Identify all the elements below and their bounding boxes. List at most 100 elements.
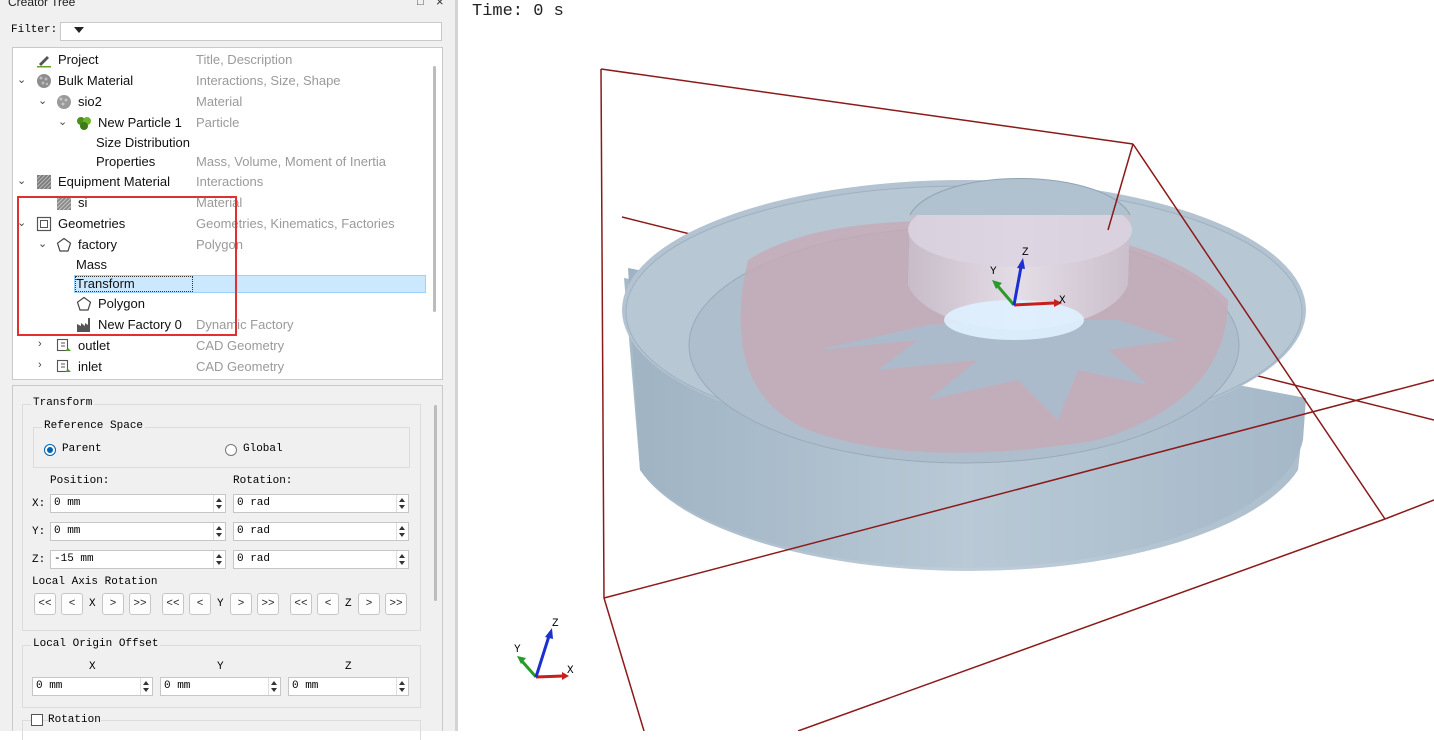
rotation-x-value: 0 rad: [237, 497, 271, 509]
cad-geometry-icon: [56, 359, 71, 373]
tree-item-equipment-material[interactable]: ⌄ Equipment Material Interactions: [13, 172, 433, 192]
chevron-right-icon[interactable]: ›: [38, 359, 42, 371]
tree-item-project[interactable]: Project Title, Description: [13, 50, 433, 70]
x-rotate-fast-left-button[interactable]: <<: [34, 593, 56, 615]
panel-title: Creator Tree: [8, 0, 76, 9]
offset-z-input[interactable]: 0 mm: [288, 677, 409, 696]
filter-dropdown[interactable]: [60, 22, 442, 41]
z-rotate-left-button[interactable]: <: [317, 593, 339, 615]
tree-item-outlet[interactable]: › outlet CAD Geometry: [13, 336, 433, 356]
local-axis-rotation-label: Local Axis Rotation: [32, 576, 158, 588]
rotation-group: Rotation: [22, 714, 421, 740]
pencil-icon: [37, 56, 51, 68]
tree-item-desc: Title, Description: [196, 52, 293, 67]
local-origin-offset-group: Local Origin Offset X Y Z 0 mm 0 mm 0 mm: [22, 638, 421, 708]
tree-item-inlet[interactable]: › inlet CAD Geometry: [13, 357, 433, 377]
spinbox-arrows-icon[interactable]: [396, 551, 408, 568]
particle-icon: [77, 117, 91, 130]
position-z-input[interactable]: -15 mm: [50, 550, 226, 569]
chevron-down-icon[interactable]: ⌄: [38, 94, 47, 107]
y-rotate-left-button[interactable]: <: [189, 593, 211, 615]
corner-axis-y-label: Y: [514, 644, 521, 656]
tree-item-desc: Mass, Volume, Moment of Inertia: [196, 154, 387, 169]
properties-scrollbar[interactable]: [434, 405, 437, 601]
position-y-value: 0 mm: [54, 525, 81, 537]
tree-item-properties[interactable]: Properties Mass, Volume, Moment of Inert…: [13, 152, 433, 172]
position-y-input[interactable]: 0 mm: [50, 522, 226, 541]
tree-item-label: outlet: [78, 338, 110, 353]
tree-item-desc: Particle: [196, 115, 240, 130]
cad-geometry-icon: [56, 338, 71, 352]
x-rotate-left-button[interactable]: <: [61, 593, 83, 615]
rotation-checkbox[interactable]: [31, 714, 43, 726]
global-radio-label: Global: [243, 443, 283, 455]
parent-radio[interactable]: [44, 444, 56, 456]
spinbox-arrows-icon[interactable]: [396, 495, 408, 512]
close-panel-button[interactable]: ×: [436, 0, 444, 9]
x-axis-label: X:: [32, 498, 46, 510]
rotation-z-input[interactable]: 0 rad: [233, 550, 409, 569]
z-axis-label: Z:: [32, 554, 46, 566]
rotation-y-input[interactable]: 0 rad: [233, 522, 409, 541]
corner-axis-x-label: X: [567, 665, 574, 677]
tree-item-label: Bulk Material: [58, 73, 134, 88]
tree-item-sio2[interactable]: ⌄ sio2 Material: [13, 92, 433, 112]
rotation-label: Rotation:: [233, 475, 293, 487]
tree-item-label: Project: [58, 52, 99, 67]
z-rotate-fast-left-button[interactable]: <<: [290, 593, 312, 615]
tree-item-desc: Interactions: [196, 174, 264, 189]
chevron-down-icon[interactable]: ⌄: [17, 73, 26, 86]
creator-tree-panel: Creator Tree □ × Filter: Project Title, …: [0, 0, 458, 740]
spinbox-arrows-icon[interactable]: [396, 523, 408, 540]
orientation-axes-icon: [517, 628, 569, 680]
position-x-input[interactable]: 0 mm: [50, 494, 226, 513]
chevron-right-icon[interactable]: ›: [38, 338, 42, 350]
z-rotate-right-button[interactable]: >: [358, 593, 380, 615]
y-rotate-fast-right-button[interactable]: >>: [257, 593, 279, 615]
x-rotate-fast-right-button[interactable]: >>: [129, 593, 151, 615]
spinbox-arrows-icon[interactable]: [213, 523, 225, 540]
z-rotate-fast-right-button[interactable]: >>: [385, 593, 407, 615]
tree-item-size-distribution[interactable]: Size Distribution: [13, 133, 433, 153]
offset-x-label: X: [89, 661, 96, 673]
rotation-z-value: 0 rad: [237, 553, 271, 565]
tree-item-new-particle-1[interactable]: ⌄ New Particle 1 Particle: [13, 113, 433, 133]
position-label: Position:: [50, 475, 110, 487]
rotation-x-input[interactable]: 0 rad: [233, 494, 409, 513]
tree-item-desc: CAD Geometry: [196, 359, 285, 374]
x-rotation-axis-label: X: [89, 598, 96, 610]
position-x-value: 0 mm: [54, 497, 81, 509]
spinbox-arrows-icon[interactable]: [213, 551, 225, 568]
tree-item-label: Size Distribution: [96, 135, 190, 150]
chevron-down-icon[interactable]: ⌄: [58, 115, 67, 128]
tree-item-desc: Material: [196, 94, 243, 109]
x-rotate-right-button[interactable]: >: [102, 593, 124, 615]
offset-z-value: 0 mm: [292, 680, 319, 692]
chevron-down-icon[interactable]: ⌄: [17, 174, 26, 187]
tree-item-desc: CAD Geometry: [196, 338, 285, 353]
offset-x-input[interactable]: 0 mm: [32, 677, 153, 696]
tree-item-desc: Interactions, Size, Shape: [196, 73, 341, 88]
tree-item-label: Equipment Material: [58, 174, 170, 189]
offset-x-value: 0 mm: [36, 680, 63, 692]
annotation-highlight-box: [17, 196, 237, 336]
y-rotate-fast-left-button[interactable]: <<: [162, 593, 184, 615]
z-rotation-axis-label: Z: [345, 598, 352, 610]
offset-z-label: Z: [345, 661, 352, 673]
spinbox-arrows-icon[interactable]: [268, 678, 280, 695]
float-panel-button[interactable]: □: [417, 0, 424, 8]
offset-y-label: Y: [217, 661, 224, 673]
offset-y-input[interactable]: 0 mm: [160, 677, 281, 696]
rotation-y-value: 0 rad: [237, 525, 271, 537]
tree-item-bulk-material[interactable]: ⌄ Bulk Material Interactions, Size, Shap…: [13, 71, 433, 91]
spinbox-arrows-icon[interactable]: [140, 678, 152, 695]
properties-panel: Transform Reference Space Parent Global …: [12, 385, 443, 740]
spinbox-arrows-icon[interactable]: [396, 678, 408, 695]
y-rotate-right-button[interactable]: >: [230, 593, 252, 615]
spinbox-arrows-icon[interactable]: [213, 495, 225, 512]
tree-scrollbar[interactable]: [433, 66, 436, 312]
3d-viewport[interactable]: Time: 0 s X Y Z X Y Z: [458, 0, 1434, 731]
corner-axis-z-label: Z: [552, 618, 559, 630]
filter-label: Filter:: [11, 24, 58, 36]
global-radio[interactable]: [225, 444, 237, 456]
